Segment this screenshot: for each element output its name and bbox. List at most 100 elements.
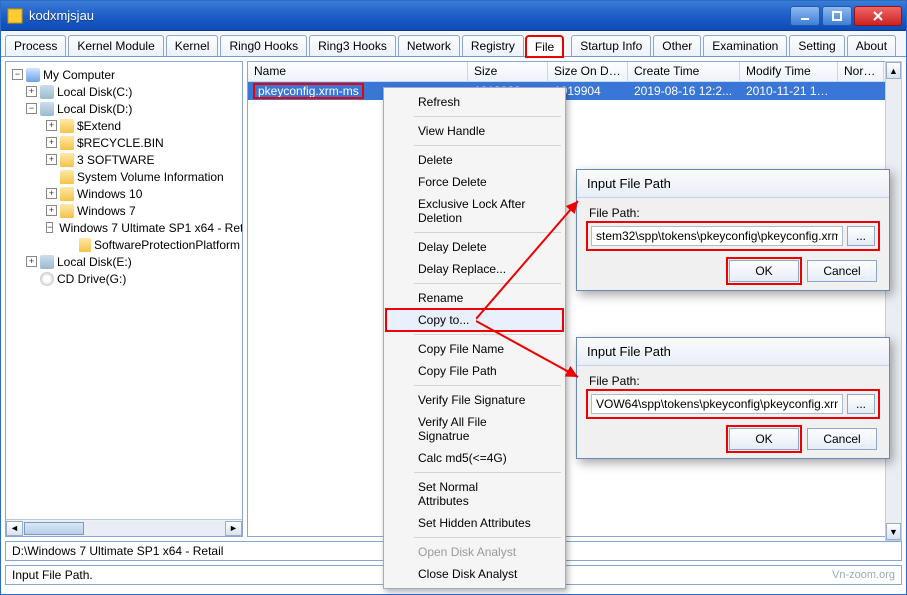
window-title: kodxmjsjau	[29, 8, 790, 23]
cm-delete[interactable]: Delete	[386, 149, 563, 171]
cm-calc-md5[interactable]: Calc md5(<=4G)	[386, 447, 563, 469]
cm-copy-to[interactable]: Copy to...	[386, 309, 563, 331]
drive-icon	[40, 102, 54, 116]
cm-rename[interactable]: Rename	[386, 287, 563, 309]
close-button[interactable]	[854, 6, 902, 26]
cm-close-disk-analyst[interactable]: Close Disk Analyst	[386, 563, 563, 585]
tab-other[interactable]: Other	[653, 35, 701, 56]
folder-icon	[60, 136, 74, 150]
col-name[interactable]: Name	[248, 62, 468, 81]
file-mt-cell: 2010-11-21 10:2...	[740, 83, 838, 99]
dialog2-ok-button[interactable]: OK	[729, 428, 799, 450]
col-size[interactable]: Size	[468, 62, 548, 81]
status-watermark: Vn-zoom.org	[832, 569, 895, 581]
cm-excl-lock[interactable]: Exclusive Lock After Deletion	[386, 193, 563, 229]
tree-extend[interactable]: +$Extend	[8, 117, 240, 134]
tree-root[interactable]: −My Computer	[8, 66, 240, 83]
tab-ring3-hooks[interactable]: Ring3 Hooks	[309, 35, 396, 56]
tree-pane: −My Computer +Local Disk(C:) −Local Disk…	[5, 61, 243, 537]
tab-examination[interactable]: Examination	[703, 35, 787, 56]
tree-win7ult[interactable]: −Windows 7 Ultimate SP1 x64 - Retail	[8, 219, 240, 236]
dialog2-browse-button[interactable]: ...	[847, 394, 875, 414]
scroll-left-button[interactable]: ◄	[6, 521, 23, 536]
folder-icon	[60, 153, 74, 167]
tree-locale[interactable]: +Local Disk(E:)	[8, 253, 240, 270]
col-size-on-disk[interactable]: Size On Disk	[548, 62, 628, 81]
scroll-thumb[interactable]	[24, 522, 84, 535]
tab-startup-info[interactable]: Startup Info	[571, 35, 651, 56]
folder-icon	[79, 238, 91, 252]
tree-win10[interactable]: +Windows 10	[8, 185, 240, 202]
tab-registry[interactable]: Registry	[462, 35, 524, 56]
tab-setting[interactable]: Setting	[789, 35, 844, 56]
list-header: Name Size Size On Disk Create Time Modif…	[248, 62, 901, 82]
tab-kernel[interactable]: Kernel	[166, 35, 219, 56]
dialog1-path-input[interactable]	[591, 226, 843, 246]
main-v-scrollbar[interactable]: ▲ ▼	[885, 61, 902, 541]
folder-icon	[60, 187, 74, 201]
tab-about[interactable]: About	[847, 35, 896, 56]
dialog1-label: File Path:	[589, 206, 877, 220]
tree-svi[interactable]: System Volume Information	[8, 168, 240, 185]
scroll-right-button[interactable]: ►	[225, 521, 242, 536]
context-menu: Refresh View Handle Delete Force Delete …	[383, 87, 566, 589]
drive-icon	[40, 85, 54, 99]
col-create-time[interactable]: Create Time	[628, 62, 740, 81]
dialog1-ok-button[interactable]: OK	[729, 260, 799, 282]
tree-h-scrollbar[interactable]: ◄ ►	[6, 519, 242, 536]
tree-recycle[interactable]: +$RECYCLE.BIN	[8, 134, 240, 151]
dialog2-title: Input File Path	[577, 338, 889, 366]
tree-3software[interactable]: +3 SOFTWARE	[8, 151, 240, 168]
tree-locald[interactable]: −Local Disk(D:)	[8, 100, 240, 117]
cm-verify-all[interactable]: Verify All File Signatrue	[386, 411, 563, 447]
cm-delay-delete[interactable]: Delay Delete	[386, 236, 563, 258]
status-text: Input File Path.	[12, 568, 93, 582]
scroll-down-button[interactable]: ▼	[886, 523, 901, 540]
file-list-pane: Name Size Size On Disk Create Time Modif…	[247, 61, 902, 537]
col-norm[interactable]: Norm...	[838, 62, 884, 81]
tab-network[interactable]: Network	[398, 35, 460, 56]
cd-icon	[40, 272, 54, 286]
cm-copy-name[interactable]: Copy File Name	[386, 338, 563, 360]
cm-refresh[interactable]: Refresh	[386, 91, 563, 113]
file-name-cell: pkeyconfig.xrm-ms	[254, 84, 363, 98]
titlebar[interactable]: kodxmjsjau	[1, 1, 906, 31]
minimize-button[interactable]	[790, 6, 820, 26]
dialog2-label: File Path:	[589, 374, 877, 388]
tree-localc[interactable]: +Local Disk(C:)	[8, 83, 240, 100]
cm-force-delete[interactable]: Force Delete	[386, 171, 563, 193]
tab-file[interactable]: File	[526, 36, 563, 57]
cm-set-normal[interactable]: Set Normal Attributes	[386, 476, 563, 512]
dialog2-cancel-button[interactable]: Cancel	[807, 428, 877, 450]
tree-win7[interactable]: +Windows 7	[8, 202, 240, 219]
cm-view-handle[interactable]: View Handle	[386, 120, 563, 142]
folder-icon	[60, 170, 74, 184]
tree-spp[interactable]: SoftwareProtectionPlatform	[8, 236, 240, 253]
dialog2-path-input[interactable]	[591, 394, 843, 414]
input-file-path-dialog-1: Input File Path File Path: ... OK Cancel	[576, 169, 890, 291]
app-icon	[7, 8, 23, 24]
folder-icon	[60, 204, 74, 218]
dialog1-title: Input File Path	[577, 170, 889, 198]
scroll-up-button[interactable]: ▲	[886, 62, 901, 79]
dialog1-browse-button[interactable]: ...	[847, 226, 875, 246]
tree-cdg[interactable]: CD Drive(G:)	[8, 270, 240, 287]
cm-delay-replace[interactable]: Delay Replace...	[386, 258, 563, 280]
tab-kernel-module[interactable]: Kernel Module	[68, 35, 163, 56]
cm-open-disk-analyst: Open Disk Analyst	[386, 541, 563, 563]
input-file-path-dialog-2: Input File Path File Path: ... OK Cancel	[576, 337, 890, 459]
cm-verify-sig[interactable]: Verify File Signature	[386, 389, 563, 411]
tab-ring0-hooks[interactable]: Ring0 Hooks	[220, 35, 307, 56]
cm-set-hidden[interactable]: Set Hidden Attributes	[386, 512, 563, 534]
col-modify-time[interactable]: Modify Time	[740, 62, 838, 81]
dialog1-cancel-button[interactable]: Cancel	[807, 260, 877, 282]
tab-bar: Process Kernel Module Kernel Ring0 Hooks…	[1, 31, 906, 57]
cm-copy-path[interactable]: Copy File Path	[386, 360, 563, 382]
computer-icon	[26, 68, 40, 82]
list-row[interactable]: pkeyconfig.xrm-ms 1018920 1019904 2019-0…	[248, 82, 901, 100]
file-ct-cell: 2019-08-16 12:2...	[628, 83, 740, 99]
folder-icon	[60, 119, 74, 133]
maximize-button[interactable]	[822, 6, 852, 26]
tab-process[interactable]: Process	[5, 35, 66, 56]
drive-icon	[40, 255, 54, 269]
